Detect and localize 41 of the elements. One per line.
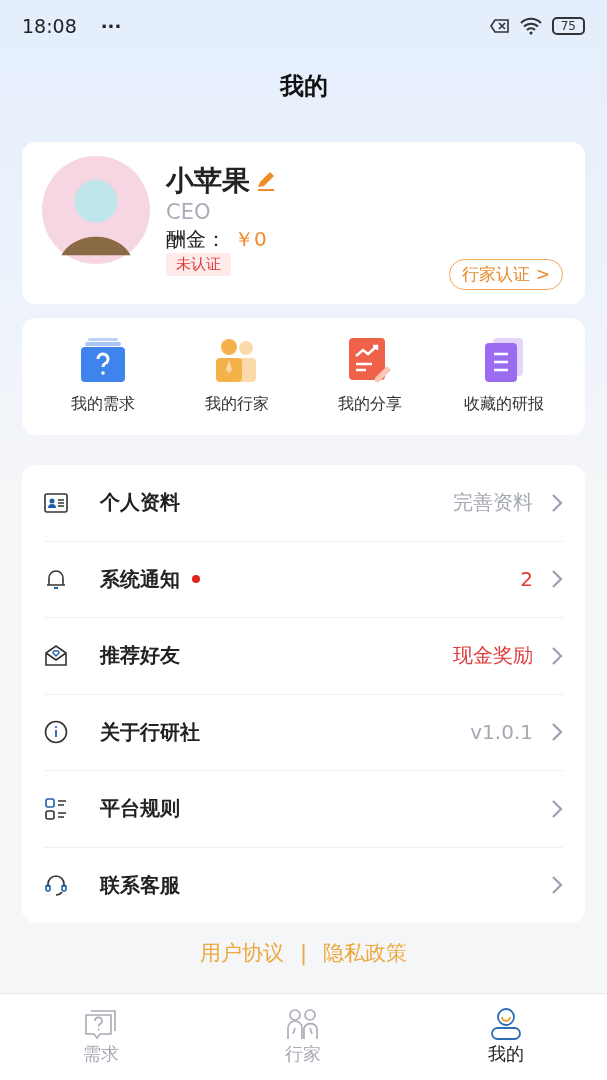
tab-item[interactable]: 我的 [404, 994, 607, 1080]
link-separator: | [299, 941, 308, 965]
chevron-right-icon [551, 722, 563, 743]
reward-label: 酬金： [166, 226, 226, 254]
menu-item[interactable]: 系统通知 2 [44, 541, 563, 618]
chevron-right-icon [551, 569, 563, 590]
menu-item[interactable]: 推荐好友 现金奖励 [44, 618, 563, 695]
sim-off-icon [489, 18, 510, 34]
more-dots: ··· [100, 15, 122, 37]
menu-value: 现金奖励 [453, 642, 533, 670]
shortcut-item[interactable]: 我的行家 [174, 338, 299, 415]
user-role: CEO [166, 200, 211, 226]
id-card-icon [44, 492, 68, 513]
chevron-right-icon [551, 875, 563, 896]
wifi-icon [519, 17, 542, 35]
page-title: 我的 [278, 71, 329, 102]
envelope-heart-icon [44, 643, 68, 668]
user-name: 小苹果 [166, 163, 250, 199]
menu-value: 完善资料 [453, 489, 533, 517]
chevron-right-icon [551, 798, 563, 819]
menu-item[interactable]: 联系客服 [44, 847, 563, 923]
bell-icon [44, 567, 68, 592]
shortcut-item[interactable]: 我的需求 [40, 338, 165, 415]
verification-tag: 未认证 [166, 253, 231, 277]
info-icon [44, 720, 68, 745]
menu-value: v1.0.1 [470, 720, 533, 745]
shortcut-item[interactable]: 我的分享 [308, 338, 433, 415]
menu-item[interactable]: 平台规则 [44, 771, 563, 848]
menu-item[interactable]: 个人资料 完善资料 [44, 465, 563, 542]
chevron-right-icon [551, 645, 563, 666]
chart-document-icon [347, 338, 394, 382]
menu-item[interactable]: 关于行研社 v1.0.1 [44, 694, 563, 771]
folder-question-icon [79, 338, 126, 382]
headset-icon [44, 873, 68, 898]
status-time: 18:08 [22, 15, 77, 37]
list-icon [44, 796, 68, 821]
menu-value: 2 [520, 567, 533, 592]
reward-value: ￥0 [234, 226, 267, 254]
battery-indicator: 75 [551, 17, 585, 35]
chevron-right-icon [551, 492, 563, 513]
shortcut-item[interactable]: 收藏的研报 [442, 338, 567, 415]
